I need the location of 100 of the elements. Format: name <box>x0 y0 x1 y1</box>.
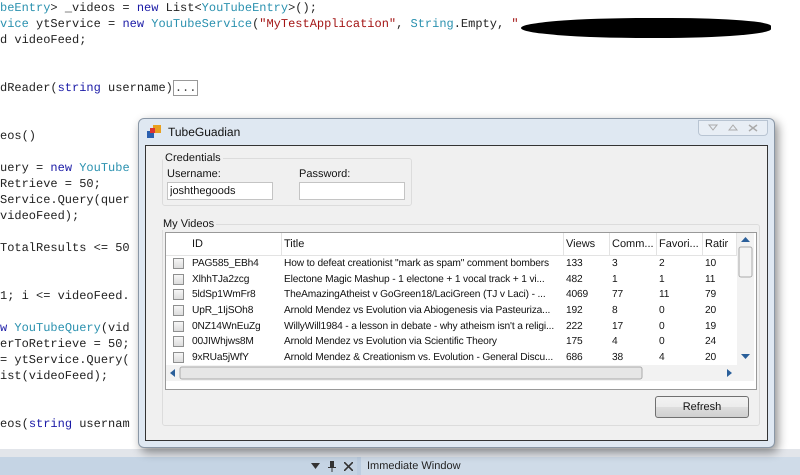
code-token: > _videos = <box>50 0 131 16</box>
table-cell-text: WillyWill1984 - a lesson in debate - why atheism isn't a religi... <box>283 320 556 332</box>
row-checkbox[interactable] <box>172 258 184 270</box>
code-token: = ytService.Query( <box>0 352 130 368</box>
code-token: w <box>0 320 8 336</box>
row-checkbox[interactable] <box>172 336 184 348</box>
pin-icon[interactable] <box>328 460 336 472</box>
username-label: Username: <box>167 168 222 180</box>
code-token: Service.Query(quer <box>0 192 130 208</box>
column-header[interactable]: Favori... <box>657 233 703 255</box>
collapsed-code-marker[interactable]: ... <box>172 80 198 96</box>
table-cell-text: 19 <box>704 320 718 332</box>
code-token: YouTubeQuery <box>13 320 101 336</box>
table-cell-text: 0 <box>658 320 666 332</box>
table-cell-text: 0NZ14WnEuZg <box>191 320 262 332</box>
code-token: YouTubeService <box>150 16 252 32</box>
table-cell-text: 4 <box>611 336 619 348</box>
table-cell-text: 192 <box>565 305 584 316</box>
horizontal-scrollbar[interactable] <box>166 365 754 381</box>
table-cell-text: 175 <box>565 336 584 348</box>
row-checkbox[interactable] <box>172 352 184 363</box>
code-token: uery = <box>0 160 44 176</box>
row-checkbox[interactable] <box>172 305 184 316</box>
table-cell-text: 38 <box>611 352 624 363</box>
table-cell-text: Arnold Mendez vs Evolution via Scientific Theory <box>283 336 498 348</box>
table-cell-text: 3 <box>611 258 619 270</box>
immediate-window-tab[interactable]: Immediate Window <box>361 457 800 475</box>
table-cell-text: 1 <box>611 274 619 285</box>
table-cell-text: Arnold Mendez & Creationism vs. Evolution - General Discu... <box>283 352 554 363</box>
app-icon <box>147 125 162 139</box>
table-cell-text: 10 <box>704 258 718 270</box>
table-cell-text: Arnold Mendez vs Evolution via Abiogenesis via Pasteuriza... <box>283 305 552 316</box>
table-cell-text: 20 <box>704 352 718 363</box>
code-token: TotalResults <= 50 <box>0 240 130 256</box>
code-token: " <box>511 16 519 32</box>
table-cell-text: 222 <box>565 320 584 332</box>
column-header[interactable]: Title <box>282 233 564 255</box>
window-title: TubeGuadian <box>168 125 240 139</box>
table-cell-text: 24 <box>704 336 718 348</box>
table-cell-text: UpR_1IjSOh8 <box>191 305 254 316</box>
close-icon[interactable] <box>344 462 353 470</box>
code-token: 1; i <= videoFeed. <box>0 288 130 304</box>
table-cell-text: 8 <box>611 305 619 316</box>
row-checkbox[interactable] <box>172 289 184 300</box>
table-cell-text: 1 <box>658 274 666 285</box>
code-token: erToRetrieve = 50; <box>0 336 130 352</box>
code-token: "MyTestApplication" <box>259 16 396 32</box>
password-field[interactable] <box>299 182 405 200</box>
table-cell-text: XlhhTJa2zcg <box>191 274 250 285</box>
code-token: eos() <box>0 128 36 144</box>
table-cell-text: PAG585_EBh4 <box>191 258 260 270</box>
table-cell-text: 4 <box>658 352 666 363</box>
column-header[interactable]: Comm... <box>610 233 657 255</box>
code-token: usernam <box>78 416 130 432</box>
table-cell-text: 9xRUa5jWfY <box>191 352 250 363</box>
table-cell-text: 20 <box>704 305 718 316</box>
code-token: >(); <box>288 0 317 16</box>
table-cell-text: 4069 <box>565 289 590 300</box>
table-cell-text: 77 <box>611 289 624 300</box>
code-token: List< <box>164 0 202 16</box>
table-cell-text: 0 <box>658 305 666 316</box>
table-cell-text: 79 <box>704 289 718 300</box>
code-token: ytService = <box>35 16 116 32</box>
table-cell-text: 686 <box>565 352 584 363</box>
table-cell-text: 2 <box>658 258 666 270</box>
code-token: string <box>58 80 101 96</box>
code-token: .Empty, <box>454 16 506 32</box>
code-token: , <box>396 16 404 32</box>
code-token: vice <box>0 16 29 32</box>
code-token: dReader( <box>0 80 58 96</box>
password-label: Password: <box>299 168 352 180</box>
column-header[interactable]: Views <box>564 233 610 255</box>
table-cell-text: 5ldSp1WmFr8 <box>191 289 256 300</box>
table-cell-text: How to defeat creationist "mark as spam" comment bombers <box>283 258 550 270</box>
code-token: new <box>136 0 158 16</box>
code-token: YouTubeEntry <box>202 0 288 16</box>
username-field[interactable]: joshthegoods <box>167 182 273 200</box>
table-cell-text: 11 <box>658 289 670 300</box>
table-cell-text: 482 <box>565 274 584 285</box>
code-token: beEntry <box>0 0 50 16</box>
table-cell-text: 00JIWhjws8M <box>191 336 255 348</box>
column-header[interactable]: ID <box>190 233 282 255</box>
table-cell-text: Electone Magic Mashup - 1 electone + 1 vocal track + 1 vi... <box>283 274 546 285</box>
code-token: (vid <box>100 320 130 336</box>
code-token: eos( <box>0 416 29 432</box>
vertical-scrollbar[interactable] <box>737 233 754 365</box>
refresh-button[interactable]: Refresh <box>655 396 749 418</box>
table-cell-text: 133 <box>565 258 584 270</box>
row-checkbox[interactable] <box>172 274 184 285</box>
code-token: videoFeed); <box>0 208 80 224</box>
code-token: new <box>50 160 72 176</box>
row-checkbox[interactable] <box>172 320 184 332</box>
dropdown-icon[interactable] <box>311 463 320 469</box>
code-token: d videoFeed; <box>0 32 86 48</box>
table-cell-text: 11 <box>704 274 716 285</box>
group-label: Credentials <box>164 152 222 164</box>
code-token: ist(videoFeed); <box>0 368 108 384</box>
code-token: ( <box>252 16 260 32</box>
window-buttons[interactable] <box>698 120 768 136</box>
code-token: new <box>122 16 144 32</box>
